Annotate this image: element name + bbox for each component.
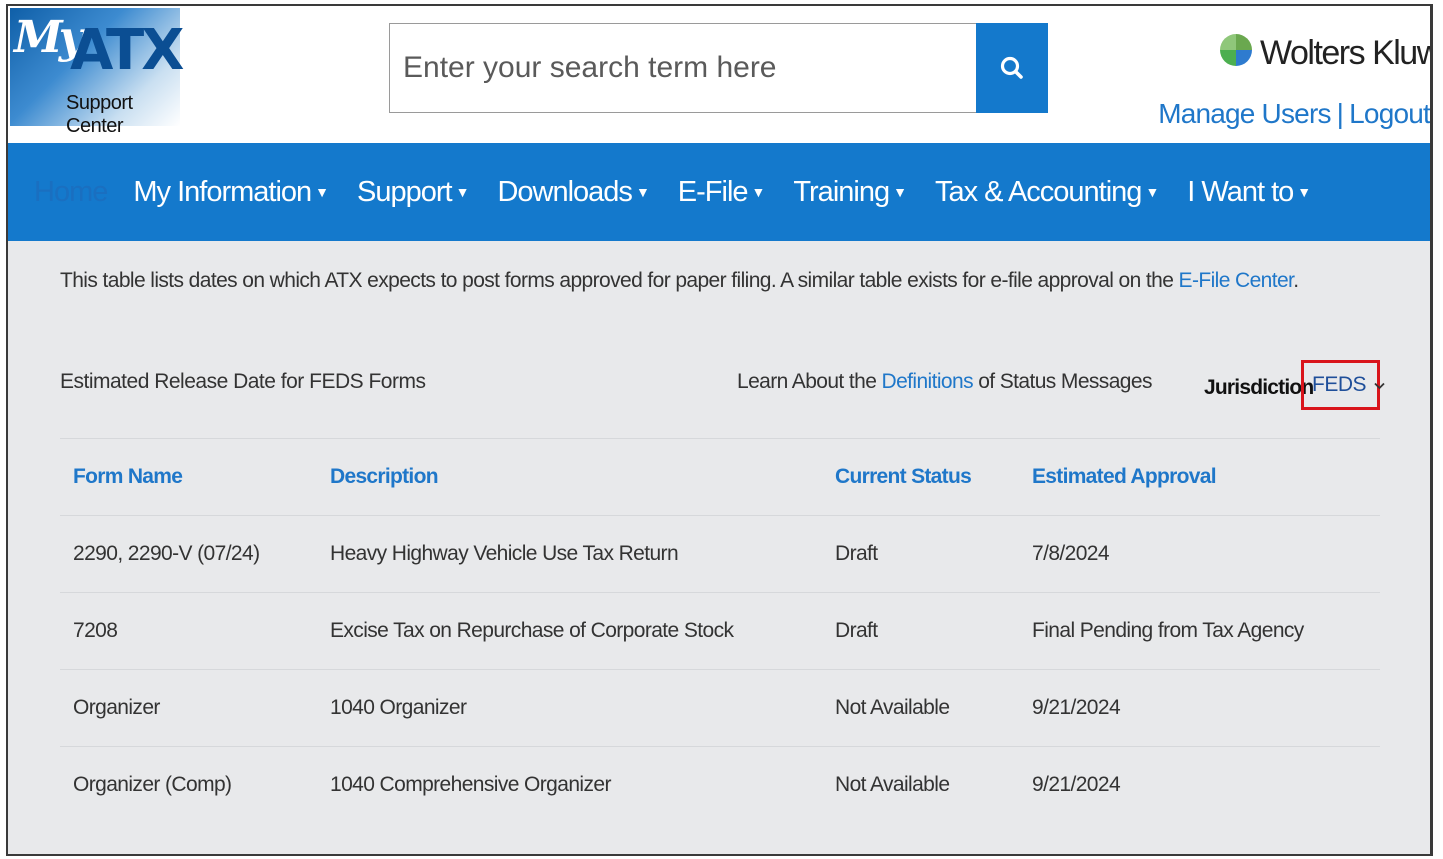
nav-label: Tax & Accounting: [934, 175, 1142, 208]
description-cell: Excise Tax on Repurchase of Corporate St…: [330, 619, 734, 642]
table-row: 2290, 2290-V (07/24) Heavy Highway Vehic…: [60, 515, 1380, 592]
learn-prefix: Learn About the: [737, 370, 882, 393]
main-nav: Home My Information ▼ Support ▼ Downloads ▼…: [8, 143, 1430, 241]
e-file-center-link[interactable]: E-File Center: [1179, 269, 1294, 292]
approval-cell: 7/8/2024: [1032, 542, 1110, 565]
status-cell: Not Available: [835, 696, 950, 719]
nav-label: Downloads: [497, 175, 632, 208]
jurisdiction-label: Jurisdiction: [1204, 376, 1314, 399]
column-header-form-name[interactable]: Form Name: [73, 439, 183, 515]
caret-down-icon: ▼: [455, 184, 470, 200]
table-row: Organizer 1040 Organizer Not Available 9…: [60, 669, 1380, 746]
browser-frame: My ATX Support Center Wolters Kluwer Man…: [6, 4, 1433, 856]
caret-down-icon: ▼: [893, 184, 907, 200]
search-button[interactable]: [976, 23, 1048, 113]
column-header-description[interactable]: Description: [330, 439, 439, 515]
manage-users-link[interactable]: Manage Users: [1158, 98, 1331, 129]
user-links: Manage Users | Logout: [1158, 98, 1430, 130]
brand-name: Wolters Kluwer: [1260, 34, 1430, 72]
section-title: Estimated Release Date for FEDS Forms: [60, 370, 426, 393]
jurisdiction-select[interactable]: FEDS: [1301, 360, 1385, 410]
caret-down-icon: ▼: [751, 184, 766, 200]
nav-label: I Want to: [1187, 175, 1294, 208]
chevron-down-icon: [1374, 378, 1385, 393]
user-links-separator: |: [1336, 98, 1344, 129]
jurisdiction-value: FEDS: [1312, 373, 1367, 396]
description-cell: Heavy Highway Vehicle Use Tax Return: [330, 542, 679, 565]
definitions-link[interactable]: Definitions: [882, 370, 974, 393]
caret-down-icon: ▼: [1145, 184, 1159, 200]
approval-cell: 9/21/2024: [1032, 773, 1121, 796]
status-cell: Draft: [835, 619, 878, 642]
status-cell: Not Available: [835, 773, 950, 796]
definitions-note: Learn About the Definitions of Status Me…: [737, 370, 1152, 394]
nav-label: E-File: [677, 175, 749, 208]
form-name-cell: 7208: [73, 619, 118, 642]
nav-downloads[interactable]: Downloads ▼: [497, 175, 650, 209]
column-header-estimated-approval[interactable]: Estimated Approval: [1032, 439, 1217, 515]
nav-label: Training: [793, 175, 890, 208]
nav-label: Support: [357, 175, 453, 208]
caret-down-icon: ▼: [315, 184, 329, 200]
nav-i-want-to[interactable]: I Want to ▼: [1187, 175, 1311, 209]
description-cell: 1040 Comprehensive Organizer: [330, 773, 611, 796]
table-row: 7208 Excise Tax on Repurchase of Corpora…: [60, 592, 1380, 669]
column-header-current-status[interactable]: Current Status: [835, 439, 972, 515]
learn-suffix: of Status Messages: [972, 370, 1152, 393]
logo-atx-text: ATX: [70, 18, 184, 83]
search-box: [389, 23, 1048, 113]
logo-subtitle: Support Center: [66, 92, 133, 137]
form-name-cell: Organizer (Comp): [73, 773, 232, 796]
search-icon: [1000, 56, 1023, 79]
intro-suffix: .: [1293, 269, 1299, 292]
intro-text: This table lists dates on which ATX expe…: [60, 269, 1299, 293]
caret-down-icon: ▼: [1297, 184, 1311, 200]
nav-training[interactable]: Training ▼: [793, 175, 907, 209]
table-header-row: Form Name Description Current Status Est…: [60, 438, 1380, 515]
logout-link[interactable]: Logout: [1349, 98, 1430, 129]
status-cell: Draft: [835, 542, 878, 565]
search-input[interactable]: [390, 24, 975, 112]
approval-cell: 9/21/2024: [1032, 696, 1121, 719]
description-cell: 1040 Organizer: [330, 696, 467, 719]
wolters-kluwer-globe-icon: [1220, 34, 1252, 66]
myatx-logo[interactable]: My ATX Support Center: [10, 8, 184, 137]
wolters-kluwer-brand[interactable]: Wolters Kluwer: [1220, 32, 1430, 82]
nav-support[interactable]: Support ▼: [357, 175, 470, 209]
form-name-cell: 2290, 2290-V (07/24): [73, 542, 260, 565]
nav-e-file[interactable]: E-File ▼: [677, 175, 766, 209]
site-header: My ATX Support Center Wolters Kluwer Man…: [8, 6, 1430, 143]
nav-label: My Information: [133, 175, 312, 208]
intro-body: This table lists dates on which ATX expe…: [60, 269, 1179, 292]
release-dates-table: Form Name Description Current Status Est…: [60, 438, 1380, 823]
approval-cell: Final Pending from Tax Agency: [1032, 619, 1304, 642]
table-row: Organizer (Comp) 1040 Comprehensive Orga…: [60, 746, 1380, 823]
nav-tax-accounting[interactable]: Tax & Accounting ▼: [934, 175, 1159, 209]
form-name-cell: Organizer: [73, 696, 160, 719]
nav-my-information[interactable]: My Information ▼: [133, 175, 329, 209]
nav-home[interactable]: Home: [34, 176, 108, 209]
caret-down-icon: ▼: [635, 184, 650, 200]
